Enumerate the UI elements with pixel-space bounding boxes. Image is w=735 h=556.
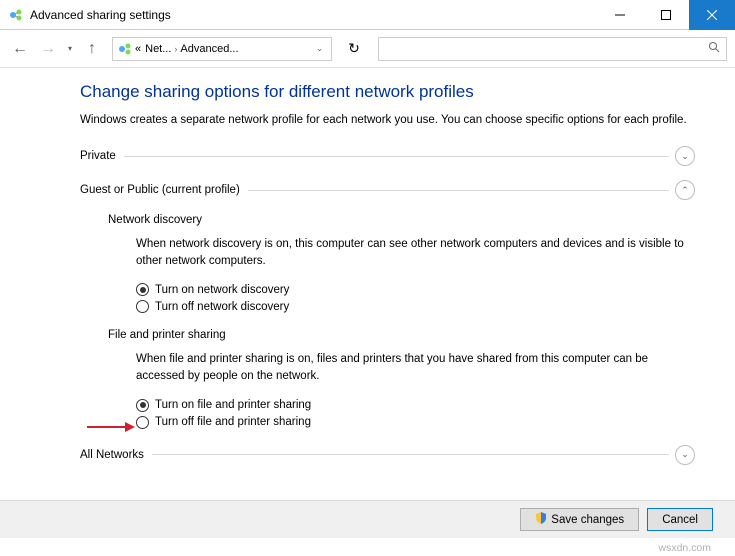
radio-label: Turn on file and printer sharing <box>155 399 311 411</box>
divider <box>124 156 669 157</box>
button-label: Save changes <box>551 514 624 526</box>
subsection-title: File and printer sharing <box>108 329 695 341</box>
page-description: Windows creates a separate network profi… <box>80 112 695 128</box>
button-label: Cancel <box>662 514 698 526</box>
radio-label: Turn off file and printer sharing <box>155 416 311 428</box>
forward-button[interactable]: → <box>36 37 60 61</box>
content-area: Change sharing options for different net… <box>0 68 735 502</box>
close-button[interactable] <box>689 0 735 30</box>
radio-group-fileprint: Turn on file and printer sharing Turn of… <box>136 399 695 429</box>
shield-icon <box>535 512 547 527</box>
search-input[interactable] <box>378 37 727 61</box>
section-private[interactable]: Private ⌄ <box>80 146 695 166</box>
radio-icon <box>136 399 149 412</box>
radio-label: Turn off network discovery <box>155 301 289 313</box>
search-icon <box>708 41 720 56</box>
divider <box>248 190 669 191</box>
radio-icon <box>136 283 149 296</box>
chevron-down-icon[interactable]: ⌄ <box>675 445 695 465</box>
radio-discovery-on[interactable]: Turn on network discovery <box>136 283 695 296</box>
watermark: wsxdn.com <box>658 542 711 554</box>
radio-icon <box>136 416 149 429</box>
divider <box>152 454 669 455</box>
titlebar: Advanced sharing settings <box>0 0 735 30</box>
cancel-button[interactable]: Cancel <box>647 508 713 531</box>
subsection-title: Network discovery <box>108 214 695 226</box>
radio-icon <box>136 300 149 313</box>
save-changes-button[interactable]: Save changes <box>520 508 639 531</box>
section-title: Private <box>80 150 124 162</box>
section-title: Guest or Public (current profile) <box>80 184 248 196</box>
subsection-network-discovery: Network discovery When network discovery… <box>108 214 695 313</box>
radio-fileprint-off[interactable]: Turn off file and printer sharing <box>136 416 695 429</box>
page-title: Change sharing options for different net… <box>80 82 695 102</box>
section-all-networks[interactable]: All Networks ⌄ <box>80 445 695 465</box>
history-dropdown[interactable]: ▾ <box>64 44 76 53</box>
app-icon <box>8 7 24 23</box>
subsection-file-printer-sharing: File and printer sharing When file and p… <box>108 329 695 428</box>
up-button[interactable]: ↑ <box>80 37 104 61</box>
window-controls <box>597 0 735 30</box>
subsection-description: When file and printer sharing is on, fil… <box>136 351 695 384</box>
section-guest-public[interactable]: Guest or Public (current profile) ⌃ <box>80 180 695 200</box>
radio-label: Turn on network discovery <box>155 284 289 296</box>
maximize-button[interactable] <box>643 0 689 30</box>
breadcrumb-prefix: « <box>135 43 141 55</box>
back-button[interactable]: ← <box>8 37 32 61</box>
navigation-bar: ← → ▾ ↑ « Net... › Advanced... ⌄ ↻ <box>0 30 735 68</box>
radio-group-discovery: Turn on network discovery Turn off netwo… <box>136 283 695 313</box>
chevron-down-icon[interactable]: ⌄ <box>675 146 695 166</box>
breadcrumb-item[interactable]: Advanced... <box>180 43 238 55</box>
chevron-up-icon[interactable]: ⌃ <box>675 180 695 200</box>
subsection-description: When network discovery is on, this compu… <box>136 236 695 269</box>
breadcrumb-dropdown[interactable]: ⌄ <box>312 44 327 53</box>
network-icon <box>117 41 133 57</box>
radio-fileprint-on[interactable]: Turn on file and printer sharing <box>136 399 695 412</box>
footer-bar: Save changes Cancel <box>0 500 735 538</box>
breadcrumb[interactable]: « Net... › Advanced... ⌄ <box>112 37 332 61</box>
minimize-button[interactable] <box>597 0 643 30</box>
breadcrumb-item[interactable]: Net... <box>145 43 171 55</box>
breadcrumb-separator: › <box>174 44 177 54</box>
refresh-button[interactable]: ↻ <box>342 37 366 61</box>
section-title: All Networks <box>80 449 152 461</box>
window-title: Advanced sharing settings <box>30 8 597 22</box>
radio-discovery-off[interactable]: Turn off network discovery <box>136 300 695 313</box>
